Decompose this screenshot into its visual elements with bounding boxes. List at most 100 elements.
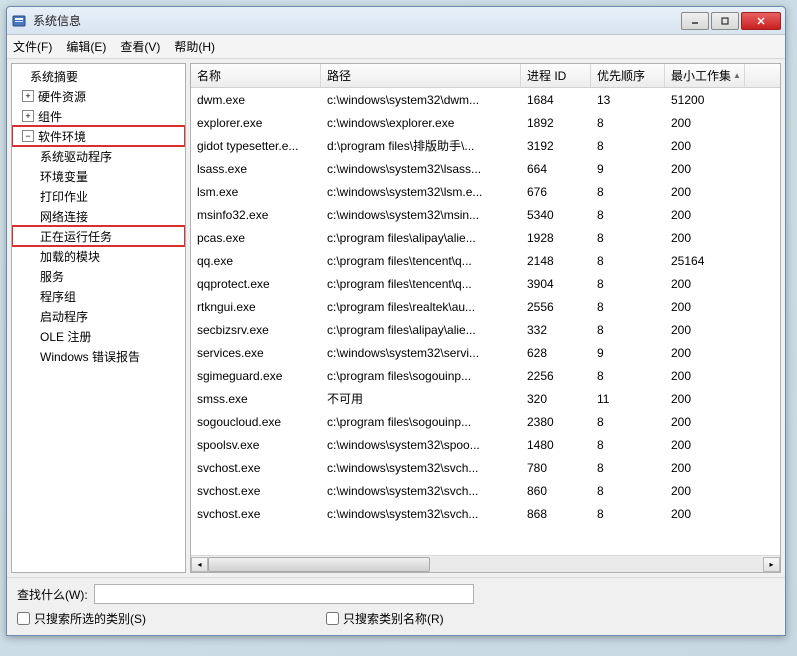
cell-minws: 200	[665, 461, 745, 475]
table-row[interactable]: lsm.exec:\windows\system32\lsm.e...67682…	[191, 180, 780, 203]
list-body[interactable]: dwm.exec:\windows\system32\dwm...1684135…	[191, 88, 780, 555]
cell-priority: 8	[591, 231, 665, 245]
scroll-thumb[interactable]	[208, 557, 430, 572]
menu-view[interactable]: 查看(V)	[120, 38, 160, 55]
cell-pid: 1480	[521, 438, 591, 452]
cell-name: svchost.exe	[191, 507, 321, 521]
table-row[interactable]: msinfo32.exec:\windows\system32\msin...5…	[191, 203, 780, 226]
cell-minws: 51200	[665, 93, 745, 107]
table-row[interactable]: lsass.exec:\windows\system32\lsass...664…	[191, 157, 780, 180]
cell-minws: 200	[665, 346, 745, 360]
cell-pid: 3192	[521, 139, 591, 153]
cell-name: sogoucloud.exe	[191, 415, 321, 429]
cell-pid: 860	[521, 484, 591, 498]
cell-pid: 332	[521, 323, 591, 337]
maximize-button[interactable]	[711, 12, 739, 30]
cell-priority: 13	[591, 93, 665, 107]
cell-minws: 200	[665, 139, 745, 153]
search-input[interactable]	[94, 584, 474, 604]
checkbox-only-selected[interactable]	[17, 612, 30, 625]
menu-file[interactable]: 文件(F)	[13, 38, 52, 55]
cell-name: qqprotect.exe	[191, 277, 321, 291]
cell-path: c:\windows\system32\dwm...	[321, 93, 521, 107]
plus-icon[interactable]: +	[22, 110, 34, 122]
table-row[interactable]: svchost.exec:\windows\system32\svch...86…	[191, 502, 780, 525]
minus-icon[interactable]: −	[22, 130, 34, 142]
tree-root[interactable]: 系统摘要	[12, 66, 185, 86]
cell-path: c:\program files\alipay\alie...	[321, 323, 521, 337]
table-row[interactable]: rtkngui.exec:\program files\realtek\au..…	[191, 295, 780, 318]
cell-path: c:\windows\system32\svch...	[321, 484, 521, 498]
table-row[interactable]: svchost.exec:\windows\system32\svch...78…	[191, 456, 780, 479]
table-row[interactable]: sgimeguard.exec:\program files\sogouinp.…	[191, 364, 780, 387]
cell-pid: 1928	[521, 231, 591, 245]
scroll-right-button[interactable]: ▸	[763, 557, 780, 572]
cell-path: c:\windows\system32\lsm.e...	[321, 185, 521, 199]
table-row[interactable]: secbizsrv.exec:\program files\alipay\ali…	[191, 318, 780, 341]
menu-edit[interactable]: 编辑(E)	[66, 38, 106, 55]
table-row[interactable]: services.exec:\windows\system32\servi...…	[191, 341, 780, 364]
cell-name: rtkngui.exe	[191, 300, 321, 314]
cell-pid: 2380	[521, 415, 591, 429]
cell-priority: 8	[591, 484, 665, 498]
cell-name: msinfo32.exe	[191, 208, 321, 222]
col-header-path[interactable]: 路径	[321, 64, 521, 87]
col-header-pid[interactable]: 进程 ID	[521, 64, 591, 87]
tree-win-err[interactable]: Windows 错误报告	[12, 346, 185, 366]
tree-net-conn[interactable]: 网络连接	[12, 206, 185, 226]
cell-name: explorer.exe	[191, 116, 321, 130]
table-row[interactable]: dwm.exec:\windows\system32\dwm...1684135…	[191, 88, 780, 111]
tree-running-tasks[interactable]: 正在运行任务	[12, 226, 185, 246]
table-row[interactable]: explorer.exec:\windows\explorer.exe18928…	[191, 111, 780, 134]
cell-path: c:\program files\tencent\q...	[321, 277, 521, 291]
tree-software-env[interactable]: − 软件环境	[12, 126, 185, 146]
table-row[interactable]: svchost.exec:\windows\system32\svch...86…	[191, 479, 780, 502]
table-row[interactable]: smss.exe不可用32011200	[191, 387, 780, 410]
tree-sys-drivers[interactable]: 系统驱动程序	[12, 146, 185, 166]
checkbox-only-names[interactable]	[326, 612, 339, 625]
tree-panel[interactable]: 系统摘要 + 硬件资源 + 组件 − 软件环境 系统驱动程序 环境变量 打印作业…	[11, 63, 186, 573]
app-icon	[11, 13, 27, 29]
cell-path: c:\windows\system32\servi...	[321, 346, 521, 360]
table-row[interactable]: pcas.exec:\program files\alipay\alie...1…	[191, 226, 780, 249]
check-only-selected[interactable]: 只搜索所选的类别(S)	[17, 610, 146, 627]
cell-path: c:\windows\explorer.exe	[321, 116, 521, 130]
cell-minws: 200	[665, 116, 745, 130]
scroll-left-button[interactable]: ◂	[191, 557, 208, 572]
tree-print-jobs[interactable]: 打印作业	[12, 186, 185, 206]
tree-services[interactable]: 服务	[12, 266, 185, 286]
minimize-button[interactable]	[681, 12, 709, 30]
table-row[interactable]: qqprotect.exec:\program files\tencent\q.…	[191, 272, 780, 295]
titlebar[interactable]: 系统信息	[7, 7, 785, 35]
tree-startup[interactable]: 启动程序	[12, 306, 185, 326]
plus-icon[interactable]: +	[22, 90, 34, 102]
col-header-priority[interactable]: 优先顺序	[591, 64, 665, 87]
list-header: 名称 路径 进程 ID 优先顺序 最小工作集▲	[191, 64, 780, 88]
tree-loaded-modules[interactable]: 加载的模块	[12, 246, 185, 266]
tree-program-groups[interactable]: 程序组	[12, 286, 185, 306]
menu-help[interactable]: 帮助(H)	[174, 38, 215, 55]
horizontal-scrollbar[interactable]: ◂ ▸	[191, 555, 780, 572]
cell-priority: 8	[591, 185, 665, 199]
scroll-track[interactable]	[208, 557, 763, 572]
tree-hardware[interactable]: + 硬件资源	[12, 86, 185, 106]
cell-priority: 8	[591, 507, 665, 521]
check-only-names[interactable]: 只搜索类别名称(R)	[326, 610, 444, 627]
search-label: 查找什么(W):	[17, 586, 88, 603]
table-row[interactable]: qq.exec:\program files\tencent\q...21488…	[191, 249, 780, 272]
table-row[interactable]: gidot typesetter.e...d:\program files\排版…	[191, 134, 780, 157]
col-header-name[interactable]: 名称	[191, 64, 321, 87]
tree-env-vars[interactable]: 环境变量	[12, 166, 185, 186]
cell-name: secbizsrv.exe	[191, 323, 321, 337]
cell-pid: 5340	[521, 208, 591, 222]
tree-ole[interactable]: OLE 注册	[12, 326, 185, 346]
tree-components[interactable]: + 组件	[12, 106, 185, 126]
cell-path: d:\program files\排版助手\...	[321, 137, 521, 154]
close-button[interactable]	[741, 12, 781, 30]
col-header-minws[interactable]: 最小工作集▲	[665, 64, 745, 87]
cell-name: lsass.exe	[191, 162, 321, 176]
table-row[interactable]: sogoucloud.exec:\program files\sogouinp.…	[191, 410, 780, 433]
cell-pid: 2556	[521, 300, 591, 314]
system-info-window: 系统信息 文件(F) 编辑(E) 查看(V) 帮助(H) 系统摘要 + 硬件资源…	[6, 6, 786, 636]
table-row[interactable]: spoolsv.exec:\windows\system32\spoo...14…	[191, 433, 780, 456]
